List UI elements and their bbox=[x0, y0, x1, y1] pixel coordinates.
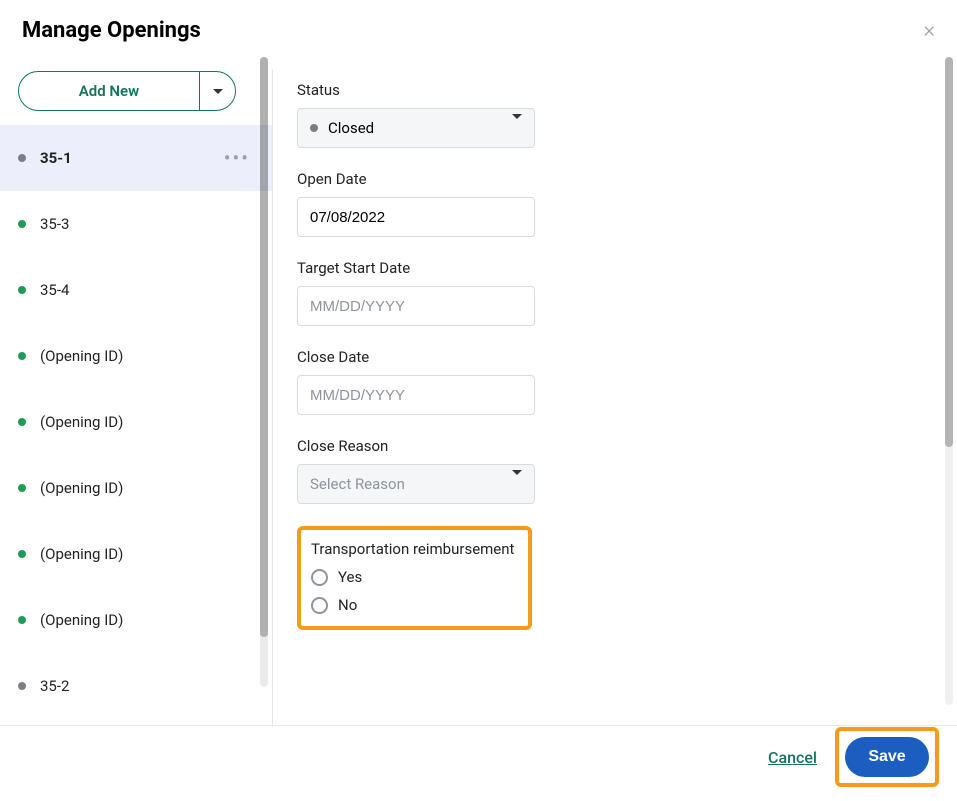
add-new-button[interactable]: Add New bbox=[19, 72, 199, 110]
status-select[interactable]: Closed bbox=[297, 108, 535, 148]
status-label: Status bbox=[297, 81, 923, 99]
sidebar-item-label: 35-1 bbox=[40, 149, 72, 167]
reimbursement-highlight: Transportation reimbursement Yes No bbox=[297, 526, 532, 630]
sidebar-item[interactable]: (Opening ID) bbox=[0, 587, 272, 653]
close-icon[interactable]: × bbox=[923, 20, 935, 42]
sidebar-item-label: (Opening ID) bbox=[40, 479, 123, 497]
reimbursement-label: Transportation reimbursement bbox=[311, 540, 514, 558]
sidebar-item[interactable]: 35-1 ••• bbox=[0, 125, 272, 191]
close-reason-label: Close Reason bbox=[297, 437, 923, 455]
status-dot-icon bbox=[18, 220, 26, 228]
open-date-label: Open Date bbox=[297, 170, 923, 188]
reimbursement-no-label: No bbox=[338, 596, 357, 614]
more-icon[interactable]: ••• bbox=[224, 146, 250, 170]
status-dot-icon bbox=[18, 484, 26, 492]
close-reason-placeholder: Select Reason bbox=[310, 475, 405, 493]
chevron-down-icon bbox=[213, 89, 223, 94]
reimbursement-yes-radio[interactable]: Yes bbox=[311, 568, 514, 586]
open-date-input[interactable] bbox=[310, 198, 522, 236]
form-panel: Status Closed Open Date Target Start Dat… bbox=[273, 57, 957, 727]
status-dot-icon bbox=[18, 352, 26, 360]
sidebar-item[interactable]: (Opening ID) bbox=[0, 323, 272, 389]
sidebar-item-label: (Opening ID) bbox=[40, 347, 123, 365]
status-dot-icon bbox=[18, 550, 26, 558]
status-dot-icon bbox=[18, 616, 26, 624]
sidebar-item-label: (Opening ID) bbox=[40, 413, 123, 431]
add-new-button-group: Add New bbox=[18, 71, 236, 111]
main-scrollbar-thumb[interactable] bbox=[945, 57, 953, 447]
sidebar-item-label: (Opening ID) bbox=[40, 545, 123, 563]
close-date-label: Close Date bbox=[297, 348, 923, 366]
radio-icon bbox=[311, 597, 328, 614]
sidebar-item-label: 35-2 bbox=[40, 677, 69, 695]
sidebar-item-label: 35-4 bbox=[40, 281, 69, 299]
status-dot-icon bbox=[18, 682, 26, 690]
status-dot-icon bbox=[18, 154, 26, 162]
sidebar-item[interactable]: 35-2 bbox=[0, 653, 272, 719]
reimbursement-no-radio[interactable]: No bbox=[311, 596, 514, 614]
status-dot-icon bbox=[18, 418, 26, 426]
sidebar-item[interactable]: 35-4 bbox=[0, 257, 272, 323]
sidebar-item[interactable]: (Opening ID) bbox=[0, 455, 272, 521]
chevron-down-icon bbox=[512, 119, 522, 137]
status-dot-icon bbox=[18, 286, 26, 294]
target-start-date-label: Target Start Date bbox=[297, 259, 923, 277]
radio-icon bbox=[311, 569, 328, 586]
footer: Cancel Save bbox=[0, 713, 957, 801]
reimbursement-yes-label: Yes bbox=[338, 568, 362, 586]
status-dot-icon bbox=[310, 124, 318, 132]
cancel-button[interactable]: Cancel bbox=[768, 748, 817, 767]
save-highlight: Save bbox=[835, 727, 939, 787]
sidebar-item-label: 35-3 bbox=[40, 215, 69, 233]
sidebar-item[interactable]: (Opening ID) bbox=[0, 521, 272, 587]
sidebar-scrollbar-thumb[interactable] bbox=[260, 57, 268, 637]
sidebar-item[interactable]: 35-3 bbox=[0, 191, 272, 257]
close-date-input[interactable] bbox=[310, 376, 522, 414]
chevron-down-icon bbox=[512, 475, 522, 493]
sidebar-item[interactable]: (Opening ID) bbox=[0, 389, 272, 455]
sidebar: Add New 35-1 ••• 35-3 35-4 (Opening ID) (Open… bbox=[0, 57, 272, 727]
add-new-dropdown-toggle[interactable] bbox=[199, 72, 235, 110]
status-value: Closed bbox=[328, 119, 374, 137]
page-title: Manage Openings bbox=[22, 18, 201, 43]
sidebar-item-label: (Opening ID) bbox=[40, 611, 123, 629]
save-button[interactable]: Save bbox=[845, 737, 929, 777]
target-start-date-input[interactable] bbox=[310, 287, 522, 325]
close-reason-select[interactable]: Select Reason bbox=[297, 464, 535, 504]
